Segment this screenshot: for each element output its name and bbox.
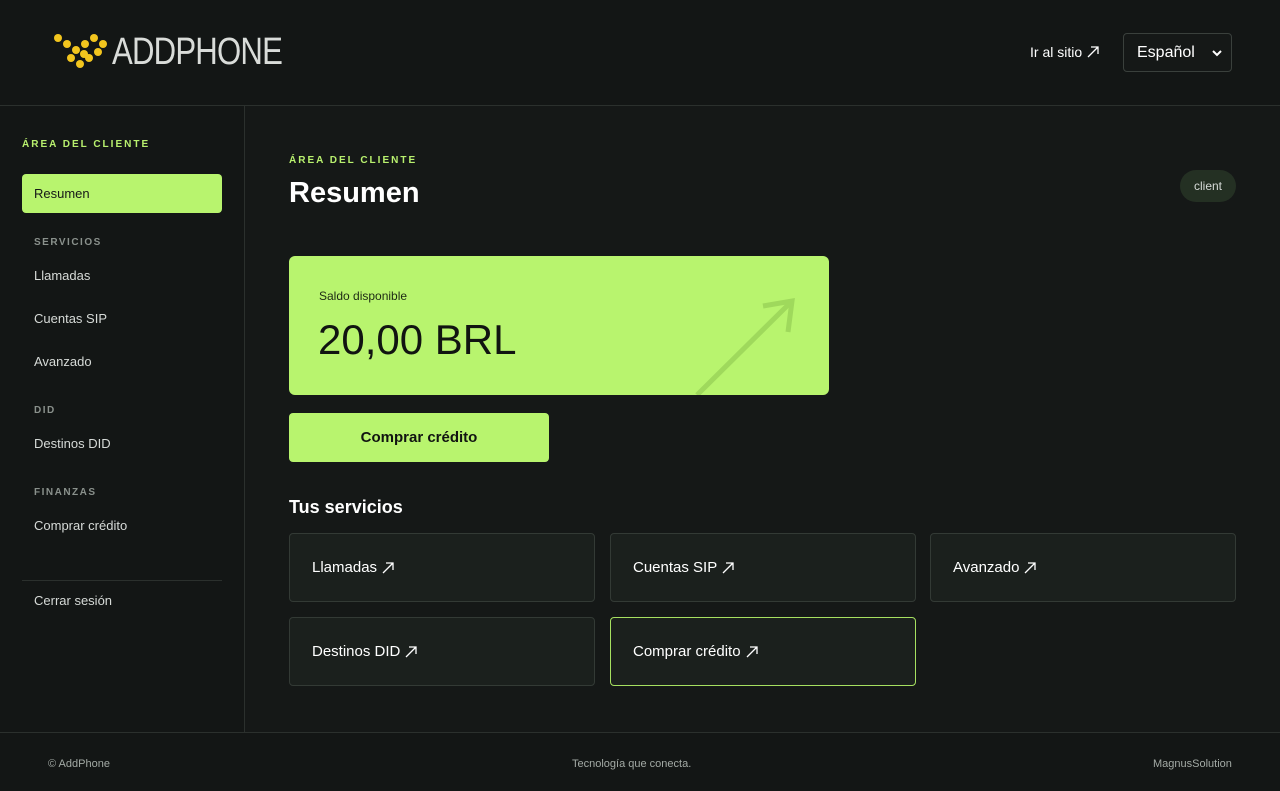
page-kicker: ÁREA DEL CLIENTE: [289, 155, 418, 166]
balance-card: Saldo disponible 20,00 BRL: [289, 256, 829, 395]
service-card-cuentas-sip[interactable]: Cuentas SIP: [610, 533, 916, 602]
arrow-up-right-icon: [382, 561, 394, 573]
sidebar-item-resumen[interactable]: Resumen: [22, 174, 222, 213]
footer-tagline: Tecnología que conecta.: [572, 758, 692, 770]
service-card-llamadas[interactable]: Llamadas: [289, 533, 595, 602]
service-card-comprar-credito[interactable]: Comprar crédito: [610, 617, 916, 686]
arrow-up-right-icon: [722, 561, 734, 573]
footer-copyright: © AddPhone: [48, 758, 110, 770]
arrow-up-right-icon: [1087, 46, 1099, 58]
arrow-up-right-icon: [405, 645, 418, 657]
service-card-destinos-did[interactable]: Destinos DID: [289, 617, 595, 686]
brand-logo[interactable]: ADDPHONE: [54, 30, 319, 73]
sidebar-item-avanzado[interactable]: Avanzado: [22, 342, 222, 381]
logo-dots-icon: [54, 34, 107, 68]
sidebar-section-did: DID: [34, 405, 56, 416]
sidebar-section-finanzas: FINANZAS: [34, 487, 97, 498]
sidebar-section-servicios: SERVICIOS: [34, 237, 102, 248]
brand-name: ADDPHONE: [112, 30, 283, 73]
service-card-label: Comprar crédito: [633, 643, 741, 660]
arrow-up-right-icon: [1024, 561, 1037, 573]
goto-site-label: Ir al sitio: [1030, 44, 1083, 60]
sidebar-item-comprar-credito[interactable]: Comprar crédito: [22, 506, 222, 545]
sidebar-item-cuentas-sip[interactable]: Cuentas SIP: [22, 299, 222, 338]
service-card-avanzado[interactable]: Avanzado: [930, 533, 1236, 602]
service-card-label: Cuentas SIP: [633, 559, 718, 576]
buy-credit-button[interactable]: Comprar crédito: [289, 413, 549, 462]
page-title: Resumen: [289, 177, 420, 209]
top-header: ADDPHONE Ir al sitio Español: [0, 0, 1280, 106]
footer: © AddPhone Tecnología que conecta. Magnu…: [0, 732, 1280, 791]
language-select[interactable]: Español: [1123, 33, 1232, 72]
balance-amount: 20,00 BRL: [318, 316, 517, 363]
sidebar-item-llamadas[interactable]: Llamadas: [22, 256, 222, 295]
balance-label: Saldo disponible: [319, 289, 408, 303]
service-card-label: Destinos DID: [312, 643, 401, 660]
logout-button[interactable]: Cerrar sesión: [22, 581, 222, 620]
goto-site-link[interactable]: Ir al sitio: [1030, 44, 1100, 60]
chevron-down-icon: [1212, 50, 1222, 57]
footer-vendor: MagnusSolution: [1153, 758, 1232, 770]
language-selected: Español: [1137, 43, 1195, 61]
service-card-label: Llamadas: [312, 559, 378, 576]
sidebar-heading: ÁREA DEL CLIENTE: [22, 139, 151, 150]
role-badge: client: [1180, 170, 1236, 202]
arrow-up-right-icon: [746, 645, 758, 657]
sidebar: ÁREA DEL CLIENTE Resumen SERVICIOS Llama…: [0, 106, 245, 732]
service-card-label: Avanzado: [953, 559, 1020, 576]
services-heading: Tus servicios: [289, 497, 403, 517]
sidebar-item-destinos-did[interactable]: Destinos DID: [22, 424, 222, 463]
